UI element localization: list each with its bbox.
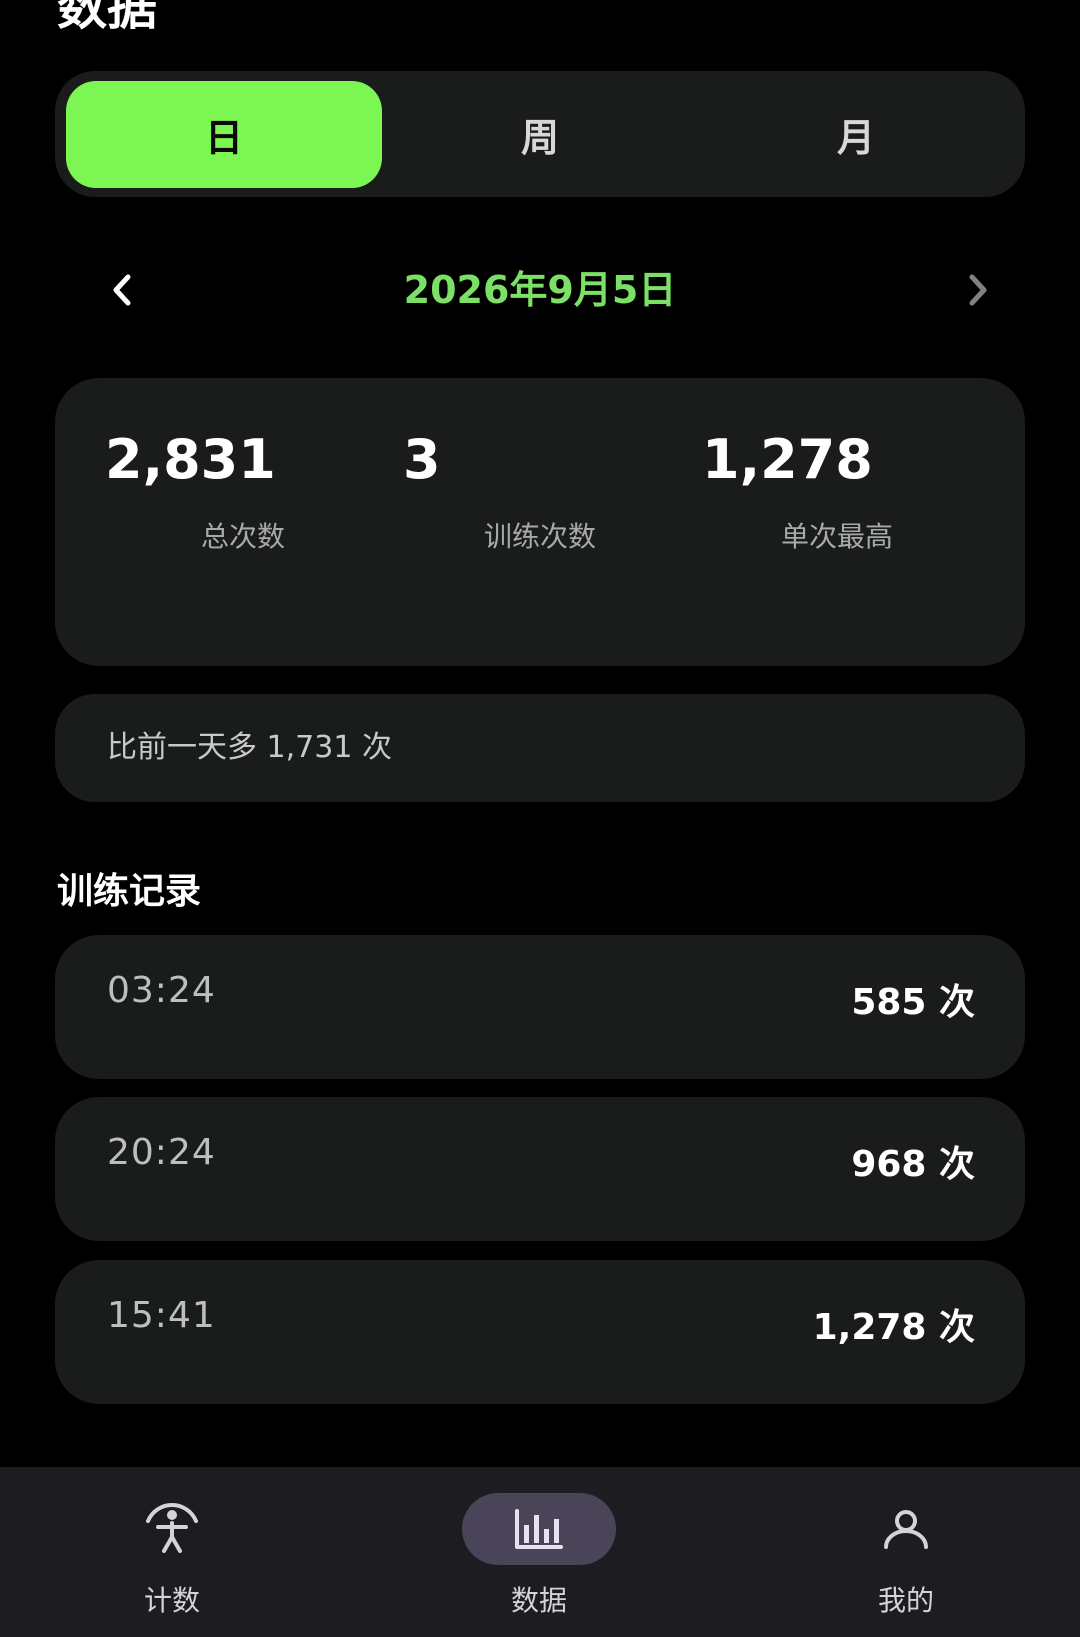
record-count: 585 次 [851,982,975,1023]
current-date: 2026年9月5日 [403,268,677,312]
record-count: 1,278 次 [812,1307,975,1348]
training-record-row[interactable]: 03:24 585 次 [55,935,1025,1079]
training-record-row[interactable]: 20:24 968 次 [55,1097,1025,1241]
chevron-right-icon [969,274,987,306]
tab-week[interactable]: 周 [382,81,698,188]
record-time: 03:24 [107,970,216,1011]
single-best-value: 1,278 [702,428,873,491]
bar-chart-icon [515,1509,563,1549]
bottom-navigation-bar: 计数 数据 我的 [0,1467,1080,1637]
nav-item-data[interactable]: 数据 [439,1467,639,1637]
nav-label-data: 数据 [510,1584,567,1617]
comparison-banner: 比前一天多 1,731 次 [55,694,1025,802]
tab-month[interactable]: 月 [698,81,1014,188]
records-section-title: 训练记录 [57,871,202,912]
nav-label-mine: 我的 [877,1584,934,1617]
daily-stats-card: 2,831 总次数 3 训练次数 1,278 单次最高 [55,378,1025,666]
period-segmented-control: 日 周 月 [55,71,1025,197]
comparison-text: 比前一天多 1,731 次 [107,730,392,765]
training-record-row[interactable]: 15:41 1,278 次 [55,1260,1025,1404]
user-profile-icon [884,1510,928,1549]
date-navigator: 2026年9月5日 [55,250,1025,330]
total-count-label: 总次数 [200,520,285,553]
nav-item-mine[interactable]: 我的 [806,1467,1006,1637]
record-count: 968 次 [851,1144,975,1185]
nav-item-counter[interactable]: 计数 [72,1467,272,1637]
nav-icon-container [95,1493,249,1565]
nav-label-counter: 计数 [143,1584,200,1617]
session-count-label: 训练次数 [483,520,596,553]
chevron-left-icon [113,274,131,306]
data-page: 数据 日 周 月 2026年9月5日 2,831 总次数 3 训练次数 1,27… [0,0,1080,1637]
previous-date-button[interactable] [82,250,162,330]
exercise-person-icon [146,1503,198,1553]
nav-icon-container [462,1493,616,1565]
total-count-value: 2,831 [105,428,276,491]
record-time: 20:24 [107,1132,216,1173]
session-count-value: 3 [403,428,441,491]
single-best-label: 单次最高 [780,520,893,553]
next-date-button[interactable] [938,250,1018,330]
page-title: 数据 [57,0,157,36]
nav-icon-container [829,1493,983,1565]
record-time: 15:41 [107,1295,216,1336]
tab-day[interactable]: 日 [66,81,382,188]
